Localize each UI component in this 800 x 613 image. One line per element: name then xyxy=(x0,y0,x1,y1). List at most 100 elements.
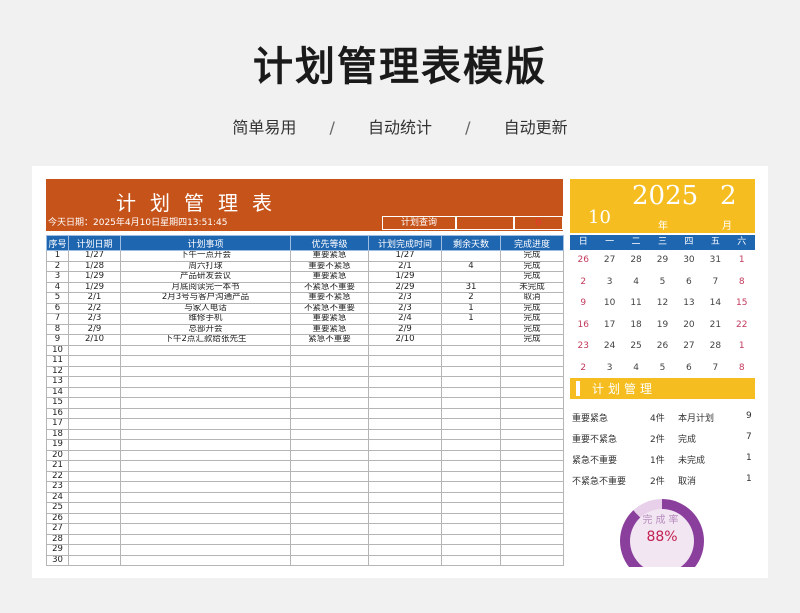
table-row[interactable]: 13 xyxy=(46,376,564,388)
table-cell[interactable] xyxy=(441,502,501,514)
table-cell[interactable] xyxy=(290,386,369,398)
table-cell[interactable] xyxy=(500,544,564,556)
table-cell[interactable] xyxy=(441,491,501,503)
table-row[interactable]: 30 xyxy=(46,554,564,566)
table-cell[interactable]: 4 xyxy=(46,281,69,293)
table-cell[interactable] xyxy=(290,512,369,524)
table-cell[interactable] xyxy=(290,418,369,430)
table-cell[interactable] xyxy=(120,481,291,493)
table-cell[interactable]: 完成 xyxy=(500,334,564,346)
calendar-day-cell[interactable]: 5 xyxy=(649,272,675,294)
table-cell[interactable] xyxy=(441,481,501,493)
table-row[interactable]: 12 xyxy=(46,365,564,377)
calendar-day-cell[interactable]: 16 xyxy=(570,315,596,337)
table-cell[interactable]: 不紧急不重要 xyxy=(290,281,369,293)
table-cell[interactable] xyxy=(500,449,564,461)
table-cell[interactable] xyxy=(441,407,501,419)
table-cell[interactable]: 24 xyxy=(46,491,69,503)
table-cell[interactable] xyxy=(368,481,442,493)
table-cell[interactable]: 2/10 xyxy=(368,334,442,346)
table-cell[interactable] xyxy=(290,397,369,409)
table-cell[interactable] xyxy=(368,365,442,377)
table-cell[interactable]: 27 xyxy=(46,523,69,535)
table-row[interactable]: 20 xyxy=(46,449,564,461)
table-cell[interactable]: 重要不紧急 xyxy=(290,292,369,304)
table-cell[interactable] xyxy=(368,397,442,409)
table-cell[interactable]: 12 xyxy=(46,365,69,377)
table-cell[interactable] xyxy=(368,491,442,503)
table-cell[interactable] xyxy=(120,491,291,503)
table-cell[interactable]: 紧急不重要 xyxy=(290,334,369,346)
table-cell[interactable]: 1/29 xyxy=(368,271,442,283)
table-cell[interactable] xyxy=(120,407,291,419)
table-cell[interactable] xyxy=(500,533,564,545)
table-cell[interactable]: 31 xyxy=(441,281,501,293)
table-cell[interactable]: 7 xyxy=(46,313,69,325)
table-cell[interactable]: 完成 xyxy=(500,302,564,314)
table-cell[interactable]: 2/29 xyxy=(368,281,442,293)
table-cell[interactable] xyxy=(368,407,442,419)
calendar-day-cell[interactable]: 1 xyxy=(729,336,755,358)
table-cell[interactable] xyxy=(120,376,291,388)
table-row[interactable]: 8 2/9 总部开会 重要紧急 2/9 完成 xyxy=(46,323,564,335)
table-cell[interactable] xyxy=(68,397,121,409)
calendar-day-cell[interactable]: 6 xyxy=(676,358,702,380)
table-cell[interactable] xyxy=(68,523,121,535)
table-cell[interactable]: 16 xyxy=(46,407,69,419)
calendar-day-cell[interactable]: 21 xyxy=(702,315,728,337)
table-cell[interactable] xyxy=(290,533,369,545)
table-cell[interactable] xyxy=(290,344,369,356)
table-row[interactable]: 3 1/29 产品研发会议 重要紧急 1/29 完成 xyxy=(46,271,564,283)
table-cell[interactable]: 21 xyxy=(46,460,69,472)
table-cell[interactable] xyxy=(120,470,291,482)
table-cell[interactable] xyxy=(500,554,564,566)
table-cell[interactable] xyxy=(68,512,121,524)
table-cell[interactable] xyxy=(68,481,121,493)
table-cell[interactable] xyxy=(500,365,564,377)
calendar-day-cell[interactable]: 26 xyxy=(649,336,675,358)
calendar-day-cell[interactable]: 8 xyxy=(729,358,755,380)
calendar-day-cell[interactable]: 28 xyxy=(702,336,728,358)
table-cell[interactable]: 重要紧急 xyxy=(290,250,369,262)
table-cell[interactable]: 2/3 xyxy=(68,313,121,325)
calendar-day-cell[interactable]: 9 xyxy=(570,293,596,315)
table-row[interactable]: 16 xyxy=(46,407,564,419)
calendar-day-cell[interactable]: 2 xyxy=(570,272,596,294)
calendar-day-cell[interactable]: 10 xyxy=(596,293,622,315)
table-cell[interactable] xyxy=(441,344,501,356)
table-row[interactable]: 23 xyxy=(46,481,564,493)
table-cell[interactable] xyxy=(368,344,442,356)
table-cell[interactable]: 9 xyxy=(46,334,69,346)
calendar-day-cell[interactable]: 20 xyxy=(676,315,702,337)
table-cell[interactable]: 18 xyxy=(46,428,69,440)
table-cell[interactable]: 1 xyxy=(441,302,501,314)
table-cell[interactable]: 下午2点汇款给张先生 xyxy=(120,334,291,346)
column-header[interactable]: 计划完成时间 xyxy=(368,235,442,251)
table-row[interactable]: 14 xyxy=(46,386,564,398)
calendar-day-cell[interactable]: 22 xyxy=(729,315,755,337)
calendar-day-cell[interactable]: 28 xyxy=(623,250,649,272)
table-cell[interactable]: 产品研发会议 xyxy=(120,271,291,283)
table-cell[interactable] xyxy=(68,460,121,472)
table-cell[interactable]: 22 xyxy=(46,470,69,482)
table-row[interactable]: 7 2/3 维修手机 重要紧急 2/4 1 完成 xyxy=(46,313,564,325)
calendar-day-cell[interactable]: 27 xyxy=(596,250,622,272)
table-cell[interactable] xyxy=(120,365,291,377)
calendar-day-cell[interactable]: 7 xyxy=(702,358,728,380)
table-cell[interactable] xyxy=(290,407,369,419)
calendar-day-cell[interactable]: 8 xyxy=(729,272,755,294)
table-cell[interactable]: 2/1 xyxy=(368,260,442,272)
calendar-day-cell[interactable]: 5 xyxy=(649,358,675,380)
table-cell[interactable] xyxy=(368,418,442,430)
calendar-day-cell[interactable]: 30 xyxy=(676,250,702,272)
table-row[interactable]: 4 1/29 月底阅读完一本书 不紧急不重要 2/29 31 未完成 xyxy=(46,281,564,293)
table-cell[interactable]: 2/10 xyxy=(68,334,121,346)
table-cell[interactable]: 重要紧急 xyxy=(290,323,369,335)
table-cell[interactable] xyxy=(290,439,369,451)
table-cell[interactable] xyxy=(368,439,442,451)
table-cell[interactable] xyxy=(500,460,564,472)
table-cell[interactable] xyxy=(120,460,291,472)
table-cell[interactable] xyxy=(368,533,442,545)
table-cell[interactable]: 重要紧急 xyxy=(290,271,369,283)
table-cell[interactable]: 取消 xyxy=(500,292,564,304)
